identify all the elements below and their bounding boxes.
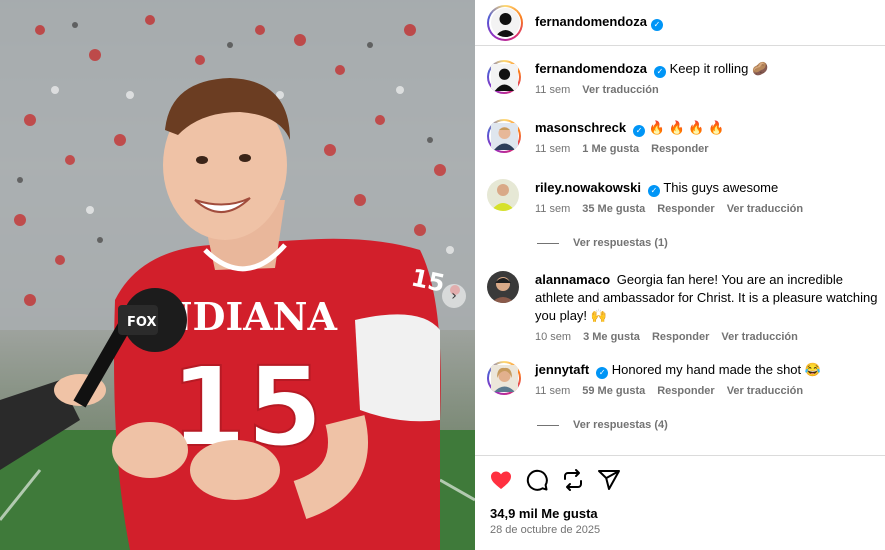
view-replies-label[interactable]: Ver respuestas (1) <box>573 237 668 249</box>
comment-avatar[interactable] <box>487 271 519 303</box>
translate-link[interactable]: Ver traducción <box>727 385 803 397</box>
view-replies-label[interactable]: Ver respuestas (4) <box>573 419 668 431</box>
post-actions: 34,9 mil Me gusta 28 de octubre de 2025 <box>475 455 885 550</box>
reply-button[interactable]: Responder <box>652 331 709 343</box>
author-avatar[interactable] <box>487 4 523 41</box>
comment-avatar[interactable] <box>487 179 519 211</box>
replies-divider <box>537 424 559 426</box>
comment-time[interactable]: 11 sem <box>535 143 570 155</box>
verified-badge-icon: ✓ <box>633 125 646 137</box>
comment-avatar[interactable] <box>487 361 521 395</box>
translate-link[interactable]: Ver traducción <box>727 203 803 215</box>
comment-username[interactable]: fernandomendoza <box>535 61 647 76</box>
avatar-photo-icon <box>487 271 519 303</box>
comment-avatar[interactable] <box>487 60 521 94</box>
replies-divider <box>537 242 559 244</box>
comment-username[interactable]: riley.nowakowski <box>535 180 641 195</box>
post-photo-illustration: INDIANA 15 15 FOX <box>0 0 475 550</box>
comment-likes[interactable]: 59 Me gusta <box>582 385 645 397</box>
comment-username[interactable]: alannamaco <box>535 272 610 287</box>
comment-time[interactable]: 11 sem <box>535 84 570 96</box>
post-header: fernandomendoza ✓ <box>475 0 885 46</box>
comment-username[interactable]: jennytaft <box>535 362 589 377</box>
comment-text: Keep it rolling 🥔 <box>669 61 769 76</box>
comment-time[interactable]: 11 sem <box>535 203 570 215</box>
post-side-panel: fernandomendoza ✓ fernandomendoza ✓ Keep i… <box>475 0 885 550</box>
next-photo-button[interactable]: › <box>442 284 466 308</box>
comment-username[interactable]: masonschreck <box>535 120 626 135</box>
comment-avatar[interactable] <box>487 119 521 153</box>
reply-button[interactable]: Responder <box>657 203 714 215</box>
send-icon[interactable] <box>597 468 621 492</box>
author-username-text[interactable]: fernandomendoza <box>535 14 647 29</box>
verified-badge-icon: ✓ <box>647 185 660 197</box>
avatar-photo-icon <box>487 179 519 211</box>
comment-text: This guys awesome <box>663 180 779 195</box>
verified-badge-icon: ✓ <box>653 66 666 78</box>
avatar-silhouette-icon <box>490 8 520 37</box>
comment-likes[interactable]: 35 Me gusta <box>582 203 645 215</box>
avatar-photo-icon <box>490 364 518 392</box>
author-username[interactable]: fernandomendoza ✓ <box>535 14 663 31</box>
comment-icon[interactable] <box>525 468 549 492</box>
post-photo[interactable]: INDIANA 15 15 FOX › <box>0 0 475 550</box>
reply-button[interactable]: Responder <box>651 143 708 155</box>
post-date[interactable]: 28 de octubre de 2025 <box>490 524 600 536</box>
comment-text: Honored my hand made the shot 😂 <box>611 362 821 377</box>
avatar-photo-icon <box>490 122 518 150</box>
heart-filled-icon[interactable] <box>489 468 513 492</box>
verified-badge-icon: ✓ <box>650 19 663 31</box>
translate-link[interactable]: Ver traducción <box>721 331 797 343</box>
comment-time[interactable]: 10 sem <box>535 331 571 343</box>
comment-likes[interactable]: 1 Me gusta <box>582 143 639 155</box>
avatar-silhouette-icon <box>490 63 518 91</box>
comments-list[interactable]: fernandomendoza ✓ Keep it rolling 🥔 11 se… <box>475 47 885 455</box>
repost-icon[interactable] <box>561 468 585 492</box>
mic-label: FOX <box>127 315 157 330</box>
comment-text: 🔥 🔥 🔥 🔥 <box>648 120 725 135</box>
comment-time[interactable]: 11 sem <box>535 385 570 397</box>
view-replies-button[interactable]: Ver respuestas (1) <box>537 237 668 249</box>
likes-count[interactable]: 34,9 mil Me gusta <box>490 506 598 521</box>
reply-button[interactable]: Responder <box>657 385 714 397</box>
translate-link[interactable]: Ver traducción <box>582 84 658 96</box>
comment-likes[interactable]: 3 Me gusta <box>583 331 640 343</box>
verified-badge-icon: ✓ <box>596 367 609 379</box>
view-replies-button[interactable]: Ver respuestas (4) <box>537 419 668 431</box>
